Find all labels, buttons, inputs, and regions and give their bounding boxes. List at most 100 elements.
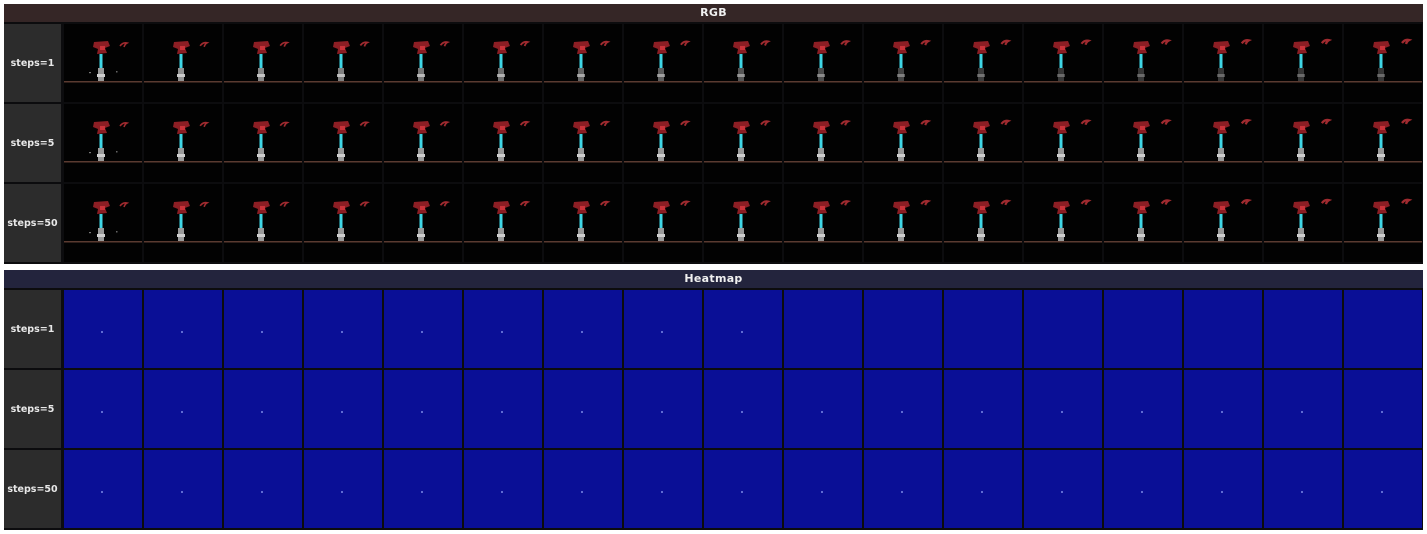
rgb-frame — [784, 24, 862, 102]
heatmap-frame — [224, 370, 302, 448]
rgb-row-steps-5: steps=5 — [4, 104, 1423, 182]
heatmap-frame — [784, 370, 862, 448]
rgb-frame — [1264, 24, 1342, 102]
rgb-frame — [544, 24, 622, 102]
heatmap-frame — [1184, 370, 1262, 448]
rgb-frame — [544, 184, 622, 262]
heatmap-frame — [304, 290, 382, 368]
heatmap-frame — [384, 370, 462, 448]
rgb-frame — [864, 24, 942, 102]
rgb-frame — [624, 104, 702, 182]
rgb-frame — [384, 104, 462, 182]
rgb-frame — [944, 184, 1022, 262]
rgb-frame — [224, 104, 302, 182]
rgb-frame — [144, 24, 222, 102]
heatmap-frame — [464, 450, 542, 528]
heatmap-frame — [1104, 370, 1182, 448]
heatmap-frame — [784, 450, 862, 528]
heatmap-frames — [64, 450, 1423, 528]
rgb-frames — [64, 104, 1423, 182]
rgb-frame — [464, 104, 542, 182]
heatmap-frame — [704, 450, 782, 528]
rgb-frame — [64, 184, 142, 262]
heatmap-frame — [1024, 290, 1102, 368]
rgb-frame — [304, 184, 382, 262]
rgb-frame — [64, 104, 142, 182]
rgb-frame — [1344, 104, 1422, 182]
rgb-frame — [384, 24, 462, 102]
heatmap-row-steps-1: steps=1 — [4, 290, 1423, 368]
rgb-frame — [144, 184, 222, 262]
heatmap-frame — [304, 370, 382, 448]
heatmap-frames — [64, 290, 1423, 368]
rgb-frame — [944, 104, 1022, 182]
heatmap-frame — [944, 290, 1022, 368]
heatmap-frame — [544, 290, 622, 368]
rgb-frame — [384, 184, 462, 262]
rgb-frame — [304, 24, 382, 102]
heatmap-frame — [64, 370, 142, 448]
rgb-frame — [1184, 104, 1262, 182]
heatmap-frame — [864, 370, 942, 448]
row-label: steps=50 — [4, 450, 61, 528]
heatmap-frame — [624, 370, 702, 448]
heatmap-frame — [784, 290, 862, 368]
heatmap-frame — [224, 450, 302, 528]
rgb-frame — [1024, 104, 1102, 182]
row-label: steps=50 — [4, 184, 61, 262]
heatmap-frame — [624, 290, 702, 368]
heatmap-frame — [1344, 370, 1422, 448]
heatmap-frame — [1024, 370, 1102, 448]
rgb-panel: RGB steps=1 steps=5 steps=50 — [4, 4, 1423, 264]
heatmap-frame — [1024, 450, 1102, 528]
rgb-frame — [944, 24, 1022, 102]
heatmap-frame — [944, 450, 1022, 528]
heatmap-frame — [624, 450, 702, 528]
heatmap-frame — [464, 290, 542, 368]
heatmap-frame — [864, 290, 942, 368]
rgb-frame — [784, 104, 862, 182]
row-label: steps=1 — [4, 24, 61, 102]
rgb-frame — [704, 184, 782, 262]
row-label: steps=5 — [4, 104, 61, 182]
heatmap-frame — [1104, 450, 1182, 528]
heatmap-frame — [464, 370, 542, 448]
rgb-frames — [64, 24, 1423, 102]
heatmap-frame — [1344, 450, 1422, 528]
heatmap-frame — [144, 370, 222, 448]
rgb-frame — [1344, 184, 1422, 262]
rgb-frame — [1184, 24, 1262, 102]
rgb-frame — [544, 104, 622, 182]
rgb-frame — [864, 104, 942, 182]
rgb-frame — [304, 104, 382, 182]
rgb-frame — [1264, 184, 1342, 262]
heatmap-frame — [544, 370, 622, 448]
heatmap-row-steps-5: steps=5 — [4, 370, 1423, 448]
rgb-frame — [224, 184, 302, 262]
rgb-row-steps-50: steps=50 — [4, 184, 1423, 262]
heatmap-panel-title: Heatmap — [4, 270, 1423, 288]
row-label: steps=5 — [4, 370, 61, 448]
rgb-frame — [1104, 104, 1182, 182]
heatmap-frame — [1184, 290, 1262, 368]
rgb-frame — [144, 104, 222, 182]
heatmap-frame — [64, 290, 142, 368]
rgb-frame — [1184, 184, 1262, 262]
rgb-frame — [624, 24, 702, 102]
rgb-frame — [1024, 184, 1102, 262]
heatmap-row-steps-50: steps=50 — [4, 450, 1423, 528]
heatmap-frame — [944, 370, 1022, 448]
heatmap-frame — [1264, 370, 1342, 448]
heatmap-frame — [64, 450, 142, 528]
heatmap-frame — [224, 290, 302, 368]
heatmap-frame — [1104, 290, 1182, 368]
rgb-frames — [64, 184, 1423, 262]
rgb-frame — [864, 184, 942, 262]
heatmap-frame — [144, 450, 222, 528]
heatmap-panel: Heatmap steps=1 steps=5 steps=50 — [4, 270, 1423, 530]
rgb-frame — [784, 184, 862, 262]
rgb-frame — [1104, 24, 1182, 102]
rgb-frame — [624, 184, 702, 262]
rgb-frame — [464, 24, 542, 102]
rgb-frame — [224, 24, 302, 102]
